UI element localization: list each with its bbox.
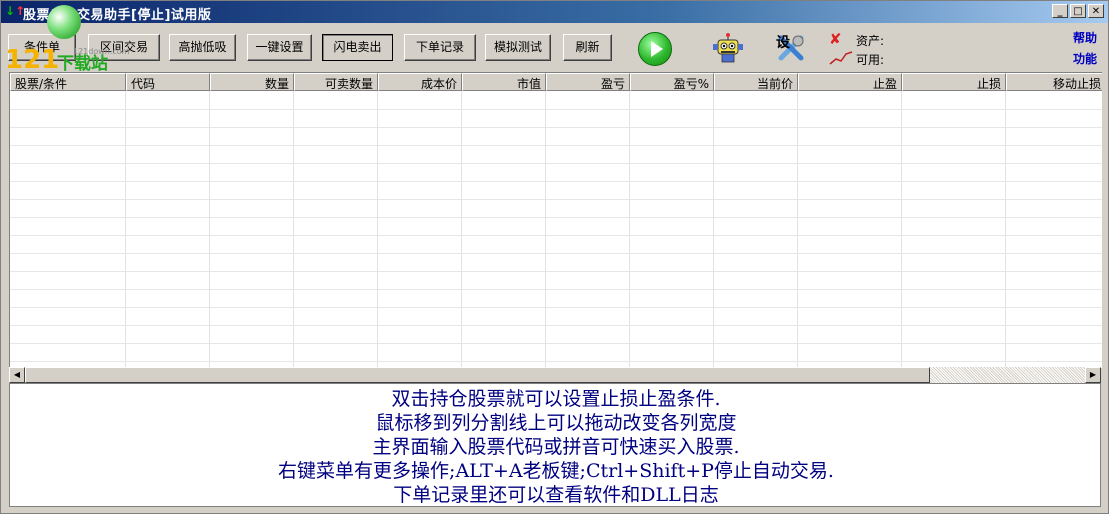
- grid-column-line: [797, 91, 798, 368]
- main-window: ↓↑ 股票自动交易助手[停止]试用版 _ □ ✕ 条件单 区间交易 高抛低吸 一…: [0, 0, 1109, 514]
- horizontal-scrollbar[interactable]: ◀ ▶: [9, 367, 1101, 383]
- asset-label: 资产:: [856, 34, 885, 48]
- grid-column-line: [545, 91, 546, 368]
- scroll-left-icon[interactable]: ◀: [9, 367, 25, 383]
- settings-label: 设: [776, 35, 791, 51]
- column-header-pnl-percent[interactable]: 盈亏%: [630, 73, 714, 91]
- logo-ball-icon: [47, 5, 81, 39]
- grid-row-line: [10, 289, 1102, 290]
- scroll-right-icon[interactable]: ▶: [1085, 367, 1101, 383]
- tip-line-1: 双击持仓股票就可以设置止损止盈条件.: [391, 388, 721, 410]
- grid-column-line: [629, 91, 630, 368]
- status-x-icon: ✘: [829, 30, 842, 48]
- grid-row-line: [10, 181, 1102, 182]
- play-icon[interactable]: [638, 32, 672, 66]
- positions-table[interactable]: 股票/条件 代码 数量 可卖数量 成本价 市值 盈亏 盈亏% 当前价 止盈 止损…: [9, 72, 1102, 368]
- robot-icon[interactable]: [711, 32, 745, 64]
- grid-row-line: [10, 199, 1102, 200]
- grid-column-line: [293, 91, 294, 368]
- column-header-cost[interactable]: 成本价: [378, 73, 462, 91]
- grid-row-line: [10, 361, 1102, 362]
- column-header-stop-loss[interactable]: 止损: [902, 73, 1006, 91]
- tip-line-5: 下单记录里还可以查看软件和DLL日志: [393, 484, 719, 506]
- table-body[interactable]: [10, 91, 1102, 368]
- grid-row-line: [10, 253, 1102, 254]
- logo-url: 121down.com: [73, 47, 130, 56]
- scroll-track[interactable]: [930, 367, 1085, 383]
- column-header-stock[interactable]: 股票/条件: [10, 73, 126, 91]
- settings-icon[interactable]: 设: [774, 31, 808, 65]
- help-link[interactable]: 帮助: [1073, 29, 1097, 46]
- grid-row-line: [10, 109, 1102, 110]
- grid-row-line: [10, 271, 1102, 272]
- column-header-quantity[interactable]: 数量: [210, 73, 294, 91]
- minimize-button[interactable]: _: [1052, 4, 1068, 18]
- one-click-setup-button[interactable]: 一键设置: [247, 34, 312, 61]
- grid-row-line: [10, 127, 1102, 128]
- column-header-take-profit[interactable]: 止盈: [798, 73, 902, 91]
- column-header-trailing-stop[interactable]: 移动止损: [1006, 73, 1102, 91]
- high-sell-low-buy-button[interactable]: 高抛低吸: [169, 34, 236, 61]
- title-bar[interactable]: ↓↑ 股票自动交易助手[停止]试用版 _ □ ✕: [1, 1, 1108, 23]
- grid-column-line: [1005, 91, 1006, 368]
- grid-column-line: [461, 91, 462, 368]
- column-header-current-price[interactable]: 当前价: [714, 73, 798, 91]
- refresh-button[interactable]: 刷新: [563, 34, 612, 61]
- tip-line-4: 右键菜单有更多操作;ALT+A老板键;Ctrl+Shift+P停止自动交易.: [278, 460, 834, 482]
- tip-line-2: 鼠标移到列分割线上可以拖动改变各列宽度: [375, 412, 737, 434]
- scroll-thumb[interactable]: [25, 367, 930, 383]
- flash-sell-button[interactable]: 闪电卖出: [322, 34, 393, 61]
- grid-row-line: [10, 145, 1102, 146]
- column-header-pnl[interactable]: 盈亏: [546, 73, 630, 91]
- grid-column-line: [125, 91, 126, 368]
- column-header-sellable[interactable]: 可卖数量: [294, 73, 378, 91]
- grid-row-line: [10, 343, 1102, 344]
- maximize-button[interactable]: □: [1070, 4, 1086, 18]
- grid-column-line: [377, 91, 378, 368]
- order-log-button[interactable]: 下单记录: [404, 34, 476, 61]
- window-controls: _ □ ✕: [1052, 4, 1104, 18]
- toolbar: 条件单 区间交易 高抛低吸 一键设置 闪电卖出 下单记录 模拟测试 刷新 设 ✘…: [1, 23, 1108, 71]
- watermark-logo: 121 下载站 121down.com: [5, 5, 130, 75]
- available-label: 可用:: [856, 53, 885, 67]
- grid-row-line: [10, 217, 1102, 218]
- function-link[interactable]: 功能: [1073, 50, 1097, 67]
- grid-row-line: [10, 307, 1102, 308]
- tip-line-3: 主界面输入股票代码或拼音可快速买入股票.: [372, 436, 740, 458]
- logo-number: 121: [5, 45, 60, 75]
- simulation-test-button[interactable]: 模拟测试: [485, 34, 551, 61]
- close-button[interactable]: ✕: [1088, 4, 1104, 18]
- tips-panel: 双击持仓股票就可以设置止损止盈条件. 鼠标移到列分割线上可以拖动改变各列宽度 主…: [9, 383, 1101, 507]
- grid-row-line: [10, 163, 1102, 164]
- grid-column-line: [901, 91, 902, 368]
- table-header: 股票/条件 代码 数量 可卖数量 成本价 市值 盈亏 盈亏% 当前价 止盈 止损…: [10, 73, 1102, 91]
- grid-column-line: [713, 91, 714, 368]
- column-header-market-value[interactable]: 市值: [462, 73, 546, 91]
- grid-row-line: [10, 325, 1102, 326]
- trend-icon: [829, 51, 853, 65]
- grid-column-line: [209, 91, 210, 368]
- column-header-code[interactable]: 代码: [126, 73, 210, 91]
- grid-row-line: [10, 235, 1102, 236]
